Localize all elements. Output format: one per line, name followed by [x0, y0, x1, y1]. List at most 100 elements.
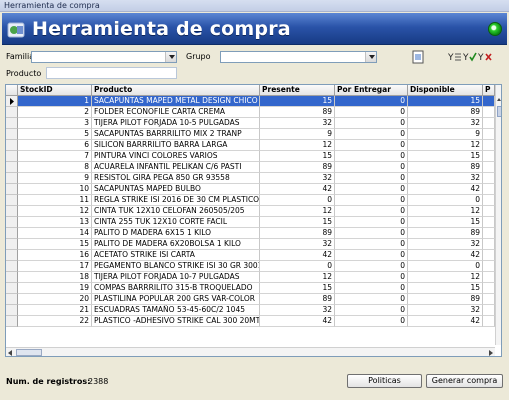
cell-por-entregar[interactable]: 0	[335, 129, 408, 140]
document-icon[interactable]	[410, 50, 426, 64]
generar-compra-button[interactable]: Generar compra	[426, 374, 503, 388]
cell-presente[interactable]: 32	[260, 239, 335, 250]
cell-stockid[interactable]: 2	[18, 107, 92, 118]
cell-disponible[interactable]: 12	[408, 272, 483, 283]
row-selector[interactable]	[6, 195, 18, 206]
cell-disponible[interactable]: 42	[408, 250, 483, 261]
cell-stockid[interactable]: 11	[18, 195, 92, 206]
cell-disponible[interactable]: 32	[408, 173, 483, 184]
cell-producto[interactable]: TIJERA PILOT FORJADA 10-5 PULGADAS	[92, 118, 260, 129]
cell-por-entregar[interactable]: 0	[335, 206, 408, 217]
cell-disponible[interactable]: 15	[408, 217, 483, 228]
cell-presente[interactable]: 9	[260, 129, 335, 140]
cell-p[interactable]	[483, 96, 495, 107]
cell-presente[interactable]: 12	[260, 206, 335, 217]
cell-p[interactable]	[483, 129, 495, 140]
cell-disponible[interactable]: 15	[408, 283, 483, 294]
row-selector[interactable]	[6, 162, 18, 173]
cell-producto[interactable]: PINTURA VINCI COLORES VARIOS	[92, 151, 260, 162]
cell-por-entregar[interactable]: 0	[335, 107, 408, 118]
column-header-disponible[interactable]: Disponible	[408, 85, 483, 96]
cell-disponible[interactable]: 89	[408, 294, 483, 305]
cell-p[interactable]	[483, 118, 495, 129]
cell-por-entregar[interactable]: 0	[335, 283, 408, 294]
table-row[interactable]: 20 PLASTILINA POPULAR 200 GRS VAR-COLOR 89…	[6, 294, 495, 305]
cell-presente[interactable]: 89	[260, 107, 335, 118]
cell-producto[interactable]: PLASTILINA POPULAR 200 GRS VAR-COLOR	[92, 294, 260, 305]
row-selector[interactable]	[6, 316, 18, 327]
cell-presente[interactable]: 89	[260, 162, 335, 173]
cell-disponible[interactable]: 89	[408, 162, 483, 173]
cell-stockid[interactable]: 6	[18, 140, 92, 151]
cell-disponible[interactable]: 15	[408, 96, 483, 107]
table-row[interactable]: 2 FOLDER ECONOFILE CARTA CREMA 89 0 89	[6, 107, 495, 118]
cell-por-entregar[interactable]: 0	[335, 173, 408, 184]
table-row[interactable]: 11 REGLA STRIKE ISI 2016 DE 30 CM PLASTIC…	[6, 195, 495, 206]
scroll-left-icon[interactable]	[8, 350, 12, 356]
cell-presente[interactable]: 89	[260, 294, 335, 305]
cell-por-entregar[interactable]: 0	[335, 195, 408, 206]
cell-stockid[interactable]: 17	[18, 261, 92, 272]
table-row[interactable]: 21 ESCUADRAS TAMAÑO 53-45-60C/2 1045 32 0 32	[6, 305, 495, 316]
cell-stockid[interactable]: 10	[18, 184, 92, 195]
cell-producto[interactable]: COMPAS BARRRILITO 315-B TROQUELADO	[92, 283, 260, 294]
cell-p[interactable]	[483, 140, 495, 151]
cell-p[interactable]	[483, 283, 495, 294]
cell-stockid[interactable]: 15	[18, 239, 92, 250]
cell-p[interactable]	[483, 272, 495, 283]
cell-producto[interactable]: SACAPUNTAS MAPED BULBO	[92, 184, 260, 195]
row-selector[interactable]	[6, 239, 18, 250]
cell-p[interactable]	[483, 250, 495, 261]
status-orb-icon[interactable]	[488, 22, 502, 36]
row-selector[interactable]	[6, 228, 18, 239]
cell-presente[interactable]: 32	[260, 118, 335, 129]
vertical-scroll-thumb[interactable]	[497, 106, 501, 117]
row-selector[interactable]	[6, 96, 18, 107]
cell-por-entregar[interactable]: 0	[335, 151, 408, 162]
cell-por-entregar[interactable]: 0	[335, 217, 408, 228]
cell-p[interactable]	[483, 294, 495, 305]
column-header-stockid[interactable]: StockID	[18, 85, 92, 96]
cell-stockid[interactable]: 13	[18, 217, 92, 228]
cell-disponible[interactable]: 42	[408, 184, 483, 195]
vertical-scrollbar[interactable]	[495, 85, 501, 345]
cell-p[interactable]	[483, 305, 495, 316]
table-row[interactable]: 5 SACAPUNTAS BARRRILITO MIX 2 TRANP 9 0 9	[6, 129, 495, 140]
cell-presente[interactable]: 0	[260, 195, 335, 206]
cell-stockid[interactable]: 21	[18, 305, 92, 316]
row-selector[interactable]	[6, 118, 18, 129]
table-row[interactable]: 7 PINTURA VINCI COLORES VARIOS 15 0 15	[6, 151, 495, 162]
cell-p[interactable]	[483, 195, 495, 206]
row-selector[interactable]	[6, 272, 18, 283]
cell-stockid[interactable]: 20	[18, 294, 92, 305]
table-row[interactable]: 10 SACAPUNTAS MAPED BULBO 42 0 42	[6, 184, 495, 195]
familia-select[interactable]	[31, 51, 177, 63]
cell-por-entregar[interactable]: 0	[335, 140, 408, 151]
table-row[interactable]: 8 ACUARELA INFANTIL PELIKAN C/6 PASTI 89 0 8…	[6, 162, 495, 173]
cell-disponible[interactable]: 42	[408, 316, 483, 327]
cell-p[interactable]	[483, 151, 495, 162]
row-selector[interactable]	[6, 140, 18, 151]
table-row[interactable]: 6 SILICON BARRRILITO BARRA LARGA 12 0 12	[6, 140, 495, 151]
column-header-por-entregar[interactable]: Por Entregar	[335, 85, 408, 96]
cell-por-entregar[interactable]: 0	[335, 261, 408, 272]
cell-presente[interactable]: 15	[260, 283, 335, 294]
cell-producto[interactable]: PALITO D MADERA 6X15 1 KILO	[92, 228, 260, 239]
table-row[interactable]: 18 TIJERA PILOT FORJADA 10-7 PULGADAS 12 0 1…	[6, 272, 495, 283]
cell-disponible[interactable]: 89	[408, 107, 483, 118]
cell-producto[interactable]: CINTA TUK 12X10 CELOFAN 260505/205	[92, 206, 260, 217]
column-header-p[interactable]: P	[483, 85, 495, 96]
chevron-down-icon[interactable]	[165, 52, 176, 62]
cell-p[interactable]	[483, 228, 495, 239]
cell-por-entregar[interactable]: 0	[335, 305, 408, 316]
cell-disponible[interactable]: 15	[408, 151, 483, 162]
cell-disponible[interactable]: 32	[408, 118, 483, 129]
cell-por-entregar[interactable]: 0	[335, 228, 408, 239]
cell-presente[interactable]: 42	[260, 184, 335, 195]
cell-presente[interactable]: 42	[260, 250, 335, 261]
cell-presente[interactable]: 12	[260, 272, 335, 283]
table-row[interactable]: 9 RESISTOL GIRA PEGA 850 GR 93558 32 0 32	[6, 173, 495, 184]
cell-disponible[interactable]: 9	[408, 129, 483, 140]
cell-disponible[interactable]: 12	[408, 206, 483, 217]
producto-input[interactable]	[46, 67, 177, 79]
